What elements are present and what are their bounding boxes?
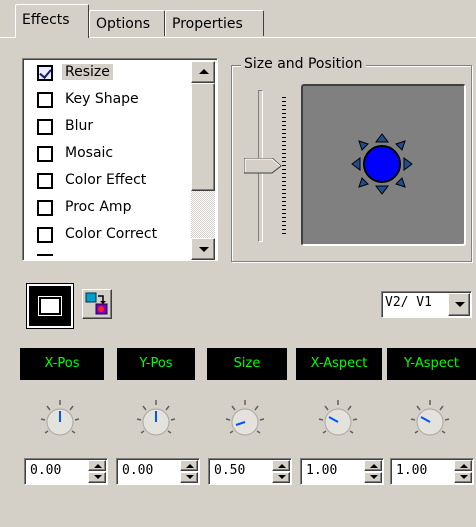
size-decrement-button[interactable] [272, 472, 290, 483]
size-position-title: Size and Position [241, 54, 366, 74]
y-pos-increment-button[interactable] [180, 460, 198, 471]
scroll-down-button[interactable] [191, 238, 215, 260]
list-item-resize[interactable]: Resize [25, 61, 192, 88]
arrow-down-icon [375, 185, 389, 195]
y-aspect-value[interactable]: 1.00 [396, 463, 427, 478]
x-aspect-spinner[interactable]: 1.00 [300, 458, 384, 485]
arrow-up-left-icon [358, 140, 369, 151]
list-item-label: Color Effect [65, 172, 147, 188]
y-aspect-increment-button[interactable] [454, 460, 472, 471]
size-slider-ticks [282, 97, 286, 235]
y-pos-decrement-button[interactable] [180, 472, 198, 483]
list-item-label: Proc Amp [65, 199, 132, 215]
checkbox-color-effect[interactable] [37, 173, 53, 189]
x-pos-label: X-Pos [20, 348, 104, 380]
x-aspect-knob[interactable] [314, 397, 362, 445]
list-item-label: Color Correct [65, 226, 158, 242]
list-item-partial [25, 250, 192, 256]
list-item-color-effect[interactable]: Color Effect [25, 169, 192, 196]
arrow-up-icon [199, 69, 209, 74]
knob-icon [225, 400, 265, 436]
y-pos-spinner[interactable]: 0.00 [116, 458, 200, 485]
checkbox-proc-amp[interactable] [37, 200, 53, 216]
checkbox-color-correct[interactable] [37, 227, 53, 243]
y-aspect-spinner[interactable]: 1.00 [390, 458, 474, 485]
layer-transfer-button[interactable] [82, 289, 112, 319]
layer-select-dropdown-button[interactable] [448, 293, 470, 316]
x-aspect-value[interactable]: 1.00 [306, 463, 337, 478]
scroll-up-button[interactable] [191, 61, 215, 83]
tab-strip: Effects Options Properties [0, 0, 476, 40]
arrow-up-icon [375, 133, 389, 143]
tab-effects[interactable]: Effects [15, 4, 89, 38]
arrow-down-left-icon [358, 177, 369, 188]
list-item-key-shape[interactable]: Key Shape [25, 88, 192, 115]
y-pos-knob[interactable] [132, 397, 180, 445]
tab-options[interactable]: Options [89, 10, 165, 36]
arrow-down-right-icon [395, 177, 406, 188]
list-item-mosaic[interactable]: Mosaic [25, 142, 192, 169]
knob-icon [318, 400, 358, 436]
list-item-label: Blur [65, 118, 94, 134]
x-pos-spinner[interactable]: 0.00 [24, 458, 108, 485]
x-pos-value[interactable]: 0.00 [30, 463, 61, 478]
size-spinner[interactable]: 0.50 [208, 458, 292, 485]
list-scrollbar[interactable] [191, 61, 215, 260]
layer-transfer-icon [85, 292, 108, 315]
list-item-color-correct[interactable]: Color Correct [25, 223, 192, 250]
position-handle-icon [363, 145, 401, 183]
list-item-label: Key Shape [65, 91, 139, 107]
position-pad-graphic [351, 133, 413, 195]
y-aspect-decrement-button[interactable] [454, 472, 472, 483]
knob-icon [410, 400, 450, 436]
x-aspect-decrement-button[interactable] [364, 472, 382, 483]
arrow-left-icon [351, 157, 361, 171]
layer-select[interactable]: V2/ V1 [381, 291, 472, 318]
y-pos-value[interactable]: 0.00 [122, 463, 153, 478]
chevron-down-icon [455, 302, 465, 307]
knob-icon [40, 400, 80, 436]
checkbox-mosaic[interactable] [37, 146, 53, 162]
x-pos-knob[interactable] [36, 397, 84, 445]
size-label: Size [207, 348, 287, 380]
list-item-label: Resize [62, 64, 113, 80]
checkbox-blur[interactable] [37, 119, 53, 135]
position-pad[interactable] [301, 84, 466, 246]
size-slider-thumb[interactable] [244, 158, 282, 174]
x-aspect-increment-button[interactable] [364, 460, 382, 471]
scroll-thumb[interactable] [191, 83, 215, 191]
arrow-up-right-icon [395, 140, 406, 151]
arrow-right-icon [403, 157, 413, 171]
size-knob[interactable] [221, 397, 269, 445]
knob-icon [136, 400, 176, 436]
rectangle-tool-button[interactable] [26, 283, 74, 329]
tab-properties[interactable]: Properties [165, 10, 264, 36]
effects-list[interactable]: Resize Key Shape Blur Mosaic Color Effec… [22, 58, 218, 261]
x-pos-decrement-button[interactable] [88, 472, 106, 483]
y-aspect-label: Y-Aspect [387, 348, 476, 380]
arrow-down-icon [199, 247, 209, 252]
checkbox-partial [37, 254, 53, 256]
list-item-blur[interactable]: Blur [25, 115, 192, 142]
x-pos-increment-button[interactable] [88, 460, 106, 471]
layer-select-value: V2/ V1 [385, 295, 432, 310]
rectangle-icon [38, 296, 62, 316]
list-item-proc-amp[interactable]: Proc Amp [25, 196, 192, 223]
y-aspect-knob[interactable] [406, 397, 454, 445]
x-aspect-label: X-Aspect [296, 348, 382, 380]
checkbox-key-shape[interactable] [37, 92, 53, 108]
size-increment-button[interactable] [272, 460, 290, 471]
size-value[interactable]: 0.50 [214, 463, 245, 478]
y-pos-label: Y-Pos [117, 348, 195, 380]
list-item-label: Mosaic [65, 145, 114, 161]
checkbox-resize[interactable] [37, 65, 53, 81]
